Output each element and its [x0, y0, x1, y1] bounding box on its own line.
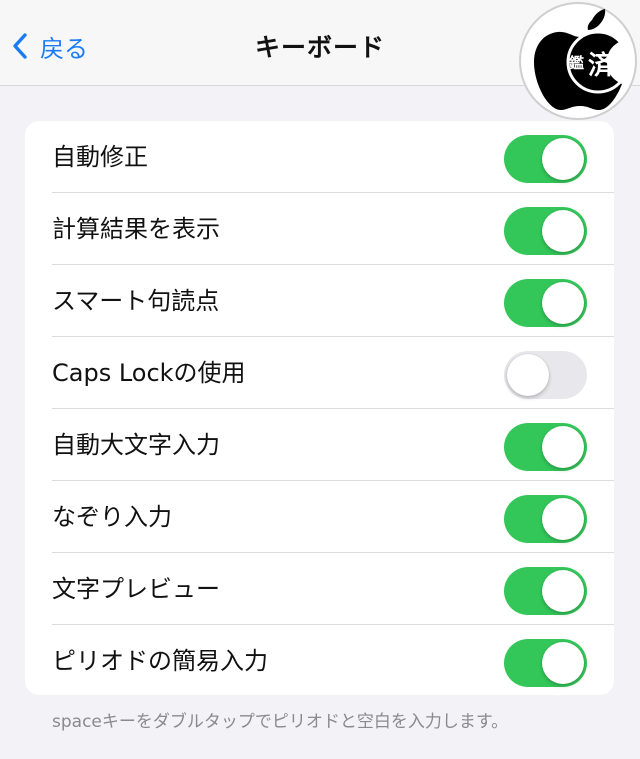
setting-row-auto-capitalization: 自動大文字入力 — [25, 409, 614, 481]
badge-char-3: 定 — [617, 58, 631, 73]
setting-label: スマート句読点 — [52, 287, 220, 315]
badge-char-2: 済 — [588, 51, 615, 81]
setting-label: 自動修正 — [52, 143, 148, 171]
setting-label: 文字プレビュー — [52, 575, 220, 603]
setting-label: 自動大文字入力 — [52, 431, 220, 459]
setting-row-period-shortcut: ピリオドの簡易入力 — [25, 625, 614, 695]
setting-row-auto-correction: 自動修正 — [25, 121, 614, 193]
setting-label: 計算結果を表示 — [52, 215, 220, 243]
setting-label: なぞり入力 — [52, 503, 172, 531]
settings-group: 自動修正 計算結果を表示 スマート句読点 Caps Lockの使用 自動大文字入… — [25, 121, 614, 695]
smart-punctuation-toggle[interactable] — [504, 279, 587, 327]
setting-row-slide-to-type: なぞり入力 — [25, 481, 614, 553]
toggle-knob — [542, 570, 584, 612]
slide-to-type-toggle[interactable] — [504, 495, 587, 543]
toggle-knob — [542, 642, 584, 684]
toggle-knob — [542, 138, 584, 180]
appraisal-badge: 鑑 済 定 — [519, 2, 637, 120]
toggle-knob — [542, 282, 584, 324]
auto-capitalization-toggle[interactable] — [504, 423, 587, 471]
setting-row-smart-punctuation: スマート句読点 — [25, 265, 614, 337]
show-calculation-results-toggle[interactable] — [504, 207, 587, 255]
setting-row-character-preview: 文字プレビュー — [25, 553, 614, 625]
setting-label: ピリオドの簡易入力 — [52, 647, 268, 675]
character-preview-toggle[interactable] — [504, 567, 587, 615]
toggle-knob — [507, 354, 549, 396]
toggle-knob — [542, 498, 584, 540]
caps-lock-toggle[interactable] — [504, 351, 587, 399]
toggle-knob — [542, 426, 584, 468]
badge-char-1: 鑑 — [569, 54, 585, 72]
auto-correction-toggle[interactable] — [504, 135, 587, 183]
setting-row-caps-lock: Caps Lockの使用 — [25, 337, 614, 409]
setting-label: Caps Lockの使用 — [52, 359, 246, 387]
setting-row-show-calculation-results: 計算結果を表示 — [25, 193, 614, 265]
toggle-knob — [542, 210, 584, 252]
footer-note: spaceキーをダブルタップでピリオドと空白を入力します。 — [52, 712, 509, 732]
period-shortcut-toggle[interactable] — [504, 639, 587, 687]
